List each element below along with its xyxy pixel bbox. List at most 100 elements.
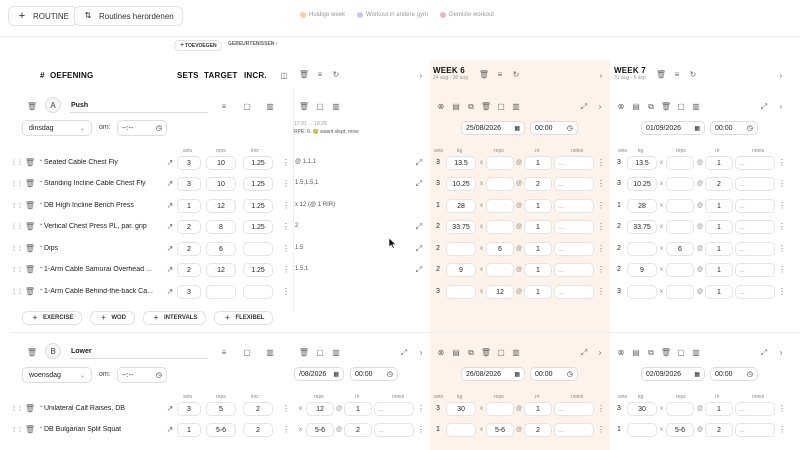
more-icon[interactable]: ⋮: [777, 404, 787, 414]
rir-input[interactable]: 1: [524, 220, 552, 234]
more-icon[interactable]: ⋮: [596, 179, 606, 189]
kg-input[interactable]: 28: [627, 199, 657, 213]
document-icon[interactable]: ▢: [496, 348, 506, 358]
kg-input[interactable]: 28: [446, 199, 476, 213]
gym-icon[interactable]: ▤: [631, 348, 641, 358]
document-icon[interactable]: ▢: [496, 102, 506, 112]
drag-handle-icon[interactable]: ⋮⋮: [11, 201, 23, 211]
rir-input[interactable]: 1: [524, 285, 552, 299]
drag-handle-icon[interactable]: ⋮⋮: [11, 265, 23, 275]
rir-input[interactable]: 2: [705, 177, 733, 191]
time-input[interactable]: --:-- ◷: [117, 367, 167, 383]
add-event-button[interactable]: + TOEVOEGEN: [174, 40, 222, 51]
expand-icon[interactable]: ⤢: [399, 348, 409, 358]
gym-icon[interactable]: ▤: [451, 102, 461, 112]
chevron-right-icon[interactable]: ›: [596, 71, 606, 81]
more-icon[interactable]: ⋮: [596, 222, 606, 232]
reps-input[interactable]: [486, 220, 514, 234]
close-circle-icon[interactable]: ⊗: [436, 102, 446, 112]
exercise-name[interactable]: 1-Arm Cable Behind-the-back Ca...: [44, 288, 160, 295]
reps-input[interactable]: 5-6: [306, 423, 334, 437]
more-icon[interactable]: ⋮: [281, 244, 291, 254]
reps-input[interactable]: [666, 220, 694, 234]
exercise-name[interactable]: Unilateral Calf Raises, DB: [44, 405, 160, 412]
incr-input[interactable]: [243, 242, 273, 256]
document-icon[interactable]: ▢: [315, 102, 325, 112]
week7-time-input[interactable]: 00:00 ◷: [710, 367, 758, 381]
notes-input[interactable]: ...: [554, 242, 594, 256]
chevron-right-icon[interactable]: ›: [595, 348, 605, 358]
more-icon[interactable]: ⋮: [596, 201, 606, 211]
exercise-name[interactable]: Vertical Chest Press PL, par. grip: [44, 223, 160, 230]
more-icon[interactable]: ⋮: [777, 244, 787, 254]
incr-input[interactable]: 1.25: [243, 220, 273, 234]
document-icon[interactable]: ▢: [242, 102, 252, 112]
incr-input[interactable]: 2: [243, 423, 273, 437]
align-icon[interactable]: ≡: [219, 348, 229, 358]
more-icon[interactable]: ⋮: [777, 222, 787, 232]
notes-input[interactable]: ...: [374, 402, 414, 416]
bar-chart-icon[interactable]: ▥: [265, 102, 275, 112]
bar-chart-icon[interactable]: ▥: [511, 348, 521, 358]
rir-input[interactable]: 1: [705, 263, 733, 277]
more-icon[interactable]: ⋮: [281, 287, 291, 297]
kg-input[interactable]: 13.5: [446, 156, 476, 170]
sets-input[interactable]: 3: [177, 156, 201, 170]
notes-input[interactable]: ...: [735, 242, 775, 256]
drag-handle-icon[interactable]: ⋮⋮: [11, 158, 23, 168]
more-icon[interactable]: ⋮: [281, 404, 291, 414]
routine-name[interactable]: Push: [71, 102, 88, 109]
notes-input[interactable]: ...: [554, 263, 594, 277]
week6-date-input[interactable]: 25/08/2026 ▦: [461, 121, 525, 135]
document-icon[interactable]: ▢: [242, 348, 252, 358]
rir-input[interactable]: 2: [705, 423, 733, 437]
notes-input[interactable]: ...: [554, 285, 594, 299]
add-flexibel-button[interactable]: + FLEXIBEL: [214, 311, 274, 325]
reps-input[interactable]: 6: [486, 242, 514, 256]
rir-input[interactable]: 1: [705, 242, 733, 256]
rir-input[interactable]: 1: [705, 285, 733, 299]
more-icon[interactable]: ⋮: [777, 158, 787, 168]
more-icon[interactable]: ⋮: [416, 404, 426, 414]
trash-icon[interactable]: 🗑: [661, 102, 671, 112]
expand-icon[interactable]: ⤢: [414, 158, 424, 168]
prev-time-input[interactable]: 00:00 ◷: [350, 367, 398, 381]
target-input[interactable]: 8: [206, 220, 236, 234]
notes-input[interactable]: ...: [554, 402, 594, 416]
expand-icon[interactable]: ⤢: [759, 102, 769, 112]
trash-icon[interactable]: 🗑: [25, 158, 35, 168]
trend-icon[interactable]: ↗: [165, 425, 175, 435]
bar-chart-icon[interactable]: ▥: [331, 102, 341, 112]
target-input[interactable]: 5: [206, 402, 236, 416]
more-icon[interactable]: ⋮: [596, 265, 606, 275]
chevron-right-icon[interactable]: ›: [416, 71, 426, 81]
more-icon[interactable]: ⋮: [596, 158, 606, 168]
incr-input[interactable]: 1.25: [243, 177, 273, 191]
copy-icon[interactable]: ⧉: [466, 348, 476, 358]
notes-input[interactable]: ...: [735, 263, 775, 277]
sets-input[interactable]: 2: [177, 220, 201, 234]
reps-input[interactable]: [486, 402, 514, 416]
reps-input[interactable]: [486, 177, 514, 191]
rir-input[interactable]: 1: [524, 199, 552, 213]
rir-input[interactable]: 1: [524, 263, 552, 277]
more-icon[interactable]: ⋮: [416, 425, 426, 435]
more-icon[interactable]: ⋮: [777, 265, 787, 275]
gym-icon[interactable]: ▤: [631, 102, 641, 112]
trash-icon[interactable]: 🗑: [661, 348, 671, 358]
week7-date-input[interactable]: 01/09/2026 ▦: [641, 121, 705, 135]
incr-input[interactable]: 1.25: [243, 199, 273, 213]
routine-name[interactable]: Lower: [71, 348, 92, 355]
sets-input[interactable]: 1: [177, 423, 201, 437]
close-circle-icon[interactable]: ⊗: [616, 102, 626, 112]
more-icon[interactable]: ⋮: [777, 425, 787, 435]
week6-date-input[interactable]: 26/08/2026 ▦: [461, 367, 525, 381]
refresh-icon[interactable]: ↻: [688, 70, 698, 80]
reps-input[interactable]: [666, 285, 694, 299]
list-icon[interactable]: ≡: [672, 70, 682, 80]
incr-input[interactable]: 1.25: [243, 156, 273, 170]
bar-chart-icon[interactable]: ▥: [265, 348, 275, 358]
add-wod-button[interactable]: + WOD: [90, 311, 136, 325]
kg-input[interactable]: [446, 242, 476, 256]
expand-icon[interactable]: ⤢: [414, 265, 424, 275]
